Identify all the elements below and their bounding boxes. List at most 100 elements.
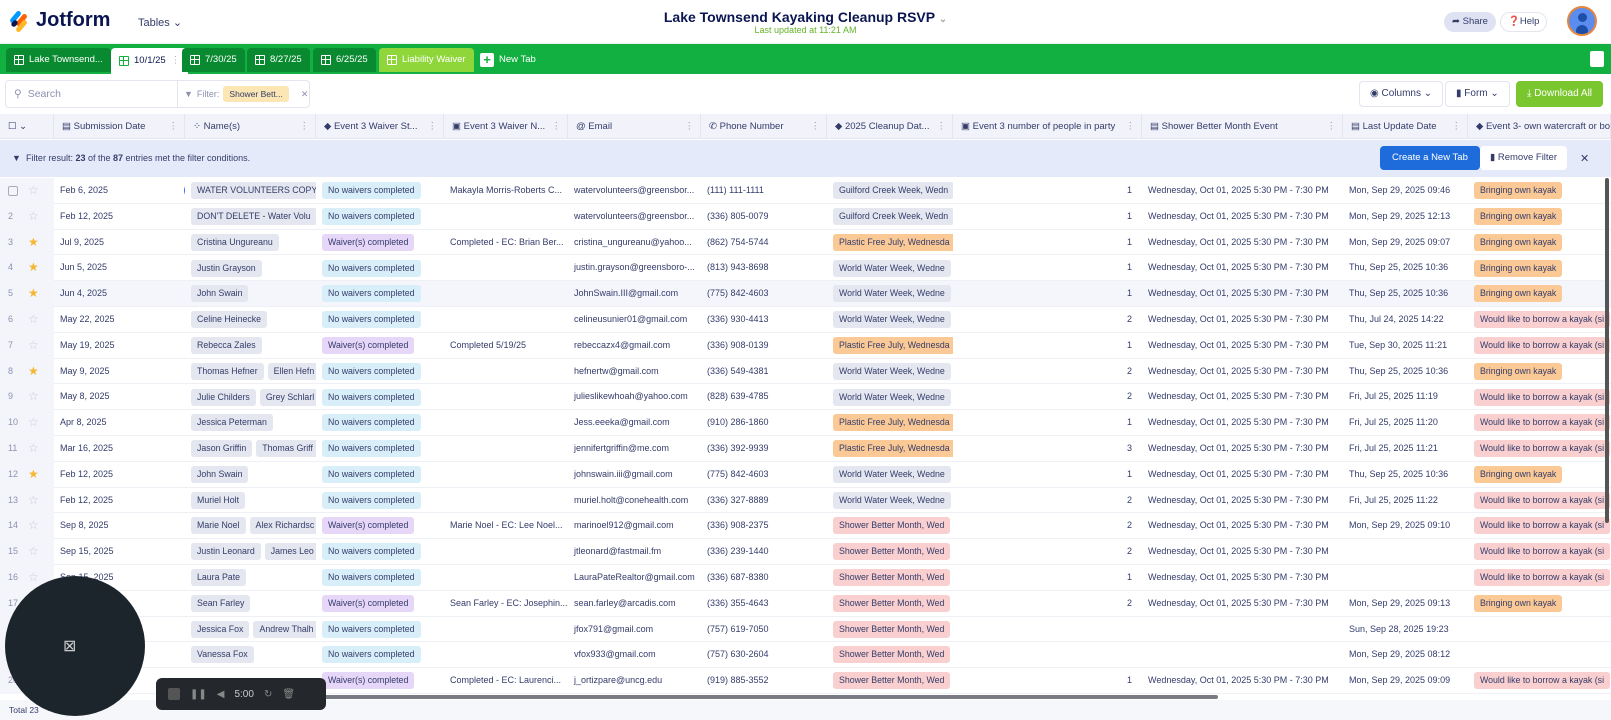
- column-header[interactable]: ▤ Shower Better Month Event ⋮: [1142, 114, 1343, 139]
- cell-date[interactable]: May 22, 2025: [54, 307, 185, 333]
- cell-shower[interactable]: Wednesday, Oct 01, 2025 5:30 PM - 7:30 P…: [1142, 462, 1343, 488]
- cell-names[interactable]: Muriel Holt: [185, 488, 316, 514]
- cell-shower[interactable]: Wednesday, Oct 01, 2025 5:30 PM - 7:30 P…: [1142, 513, 1343, 539]
- cell-updated[interactable]: Mon, Sep 29, 2025 12:13: [1343, 204, 1468, 230]
- star-icon[interactable]: ☆: [28, 384, 39, 410]
- cell-phone[interactable]: (111) 111-1111: [701, 178, 827, 204]
- cell-waiver[interactable]: No waivers completed: [316, 539, 444, 565]
- cell-shower[interactable]: Wednesday, Oct 01, 2025 5:30 PM - 7:30 P…: [1142, 359, 1343, 385]
- cell-email[interactable]: watervolunteers@greensbor...: [568, 178, 701, 204]
- cell-email[interactable]: jtleonard@fastmail.fm: [568, 539, 701, 565]
- cell-people[interactable]: 1: [953, 410, 1142, 436]
- cell-people[interactable]: 2: [953, 488, 1142, 514]
- cell-shower[interactable]: Wednesday, Oct 01, 2025 5:30 PM - 7:30 P…: [1142, 591, 1343, 617]
- cell-own[interactable]: Would like to borrow a kayak (si: [1468, 539, 1611, 565]
- cell-shower[interactable]: [1142, 642, 1343, 668]
- create-new-tab-button[interactable]: Create a New Tab: [1380, 146, 1480, 170]
- star-icon[interactable]: ☆: [28, 204, 39, 230]
- cell-people[interactable]: 1: [953, 333, 1142, 359]
- table-row[interactable]: 4 ★ Jun 5, 2025 Justin Grayson No waivers co…: [0, 255, 1611, 282]
- star-icon[interactable]: ☆: [28, 539, 39, 565]
- cell-shower[interactable]: Wednesday, Oct 01, 2025 5:30 PM - 7:30 P…: [1142, 204, 1343, 230]
- table-row[interactable]: 8 ★ May 9, 2025 Thomas Hefner Ellen Hefn No w…: [0, 358, 1611, 385]
- cell-date[interactable]: May 19, 2025: [54, 333, 185, 359]
- table-row[interactable]: ☆ Feb 6, 2025⤢ View WATER VOLUNTEERS COPY N…: [0, 178, 1611, 204]
- avatar[interactable]: [1567, 6, 1597, 36]
- cell-phone[interactable]: (336) 805-0079: [701, 204, 827, 230]
- cell-own[interactable]: Would like to borrow a kayak (si: [1468, 410, 1611, 436]
- cell-date[interactable]: Jun 4, 2025: [54, 281, 185, 307]
- cell-phone[interactable]: (775) 842-4603: [701, 462, 827, 488]
- cell-shower[interactable]: Wednesday, Oct 01, 2025 5:30 PM - 7:30 P…: [1142, 178, 1343, 204]
- cell-names[interactable]: Jessica Peterman: [185, 410, 316, 436]
- cell-notes[interactable]: [444, 384, 568, 410]
- cell-updated[interactable]: Thu, Sep 25, 2025 10:36: [1343, 255, 1468, 281]
- cell-own[interactable]: Would like to borrow a kayak (si: [1468, 307, 1611, 333]
- cell-own[interactable]: Would like to borrow a kayak (si: [1468, 333, 1611, 359]
- cell-updated[interactable]: Fri, Jul 25, 2025 11:21: [1343, 436, 1468, 462]
- cell-updated[interactable]: Mon, Sep 29, 2025 09:46: [1343, 178, 1468, 204]
- cell-cleanup[interactable]: Shower Better Month, Wed: [827, 539, 953, 565]
- pause-icon[interactable]: ❚❚: [190, 689, 207, 700]
- cell-date[interactable]: Sep 8, 2025: [54, 513, 185, 539]
- cell-people[interactable]: 2: [953, 384, 1142, 410]
- cell-waiver[interactable]: No waivers completed: [316, 488, 444, 514]
- menu-icon[interactable]: [1590, 51, 1604, 67]
- cell-email[interactable]: cristina_ungureanu@yahoo...: [568, 230, 701, 256]
- cell-waiver[interactable]: No waivers completed: [316, 255, 444, 281]
- star-icon[interactable]: ☆: [28, 488, 39, 514]
- kebab-icon[interactable]: ⋮: [300, 114, 310, 139]
- table-row[interactable]: 6 ☆ May 22, 2025 Celine Heinecke No waivers …: [0, 306, 1611, 333]
- kebab-icon[interactable]: ⋮: [685, 114, 695, 139]
- cell-own[interactable]: Bringing own kayak: [1468, 255, 1611, 281]
- cell-waiver[interactable]: No waivers completed: [316, 178, 444, 204]
- cell-people[interactable]: 3: [953, 436, 1142, 462]
- stop-icon[interactable]: [168, 688, 180, 700]
- cell-phone[interactable]: (813) 943-8698: [701, 255, 827, 281]
- cell-own[interactable]: Bringing own kayak: [1468, 178, 1611, 204]
- cell-waiver[interactable]: Waiver(s) completed: [316, 668, 444, 694]
- cell-email[interactable]: julieslikewhoah@yahoo.com: [568, 384, 701, 410]
- cell-people[interactable]: [953, 617, 1142, 643]
- cell-cleanup[interactable]: Guilford Creek Week, Wedn: [827, 204, 953, 230]
- cell-cleanup[interactable]: Shower Better Month, Wed: [827, 565, 953, 591]
- vertical-scrollbar[interactable]: [1605, 178, 1609, 523]
- cell-updated[interactable]: Fri, Jul 25, 2025 11:20: [1343, 410, 1468, 436]
- cell-people[interactable]: 2: [953, 591, 1142, 617]
- cell-cleanup[interactable]: Shower Better Month, Wed: [827, 591, 953, 617]
- cell-names[interactable]: Cristina Ungureanu: [185, 230, 316, 256]
- cell-notes[interactable]: Completed - EC: Laurenci...: [444, 668, 568, 694]
- cell-notes[interactable]: Makayla Morris-Roberts C...: [444, 178, 568, 204]
- cell-notes[interactable]: [444, 488, 568, 514]
- cell-phone[interactable]: (757) 619-7050: [701, 617, 827, 643]
- cell-names[interactable]: Vanessa Fox: [185, 642, 316, 668]
- cell-email[interactable]: muriel.holt@conehealth.com: [568, 488, 701, 514]
- tab-7-30-25[interactable]: 7/30/25: [182, 48, 245, 72]
- cell-own[interactable]: Bringing own kayak: [1468, 230, 1611, 256]
- cell-shower[interactable]: Wednesday, Oct 01, 2025 5:30 PM - 7:30 P…: [1142, 307, 1343, 333]
- cell-people[interactable]: 1: [953, 668, 1142, 694]
- download-all-button[interactable]: ⤓ Download All: [1516, 81, 1604, 107]
- cell-names[interactable]: John Swain: [185, 281, 316, 307]
- cell-names[interactable]: Marie Noel Alex Richardsc: [185, 513, 316, 539]
- cell-email[interactable]: watervolunteers@greensbor...: [568, 204, 701, 230]
- cell-cleanup[interactable]: Shower Better Month, Wed: [827, 513, 953, 539]
- table-row[interactable]: 15 ☆ Sep 15, 2025 Justin Leonard James Leo No…: [0, 539, 1611, 565]
- cell-email[interactable]: Jess.eeeka@gmail.com: [568, 410, 701, 436]
- cell-waiver[interactable]: No waivers completed: [316, 204, 444, 230]
- help-button[interactable]: ❓Help: [1500, 12, 1548, 32]
- cell-cleanup[interactable]: World Water Week, Wedne: [827, 359, 953, 385]
- cell-phone[interactable]: (336) 239-1440: [701, 539, 827, 565]
- cell-date[interactable]: Feb 6, 2025⤢ View: [54, 178, 185, 204]
- tab-10-1-25[interactable]: 10/1/25 ⋮: [111, 48, 189, 74]
- cell-email[interactable]: marinoel912@gmail.com: [568, 513, 701, 539]
- cell-people[interactable]: 1: [953, 255, 1142, 281]
- cell-notes[interactable]: [444, 436, 568, 462]
- cell-own[interactable]: Bringing own kayak: [1468, 591, 1611, 617]
- cell-email[interactable]: jennifertgriffin@me.com: [568, 436, 701, 462]
- cell-updated[interactable]: Fri, Jul 25, 2025 11:19: [1343, 384, 1468, 410]
- cell-shower[interactable]: Wednesday, Oct 01, 2025 5:30 PM - 7:30 P…: [1142, 488, 1343, 514]
- kebab-icon[interactable]: ⋮: [1126, 114, 1136, 139]
- cell-people[interactable]: [953, 642, 1142, 668]
- star-icon[interactable]: ★: [28, 255, 39, 281]
